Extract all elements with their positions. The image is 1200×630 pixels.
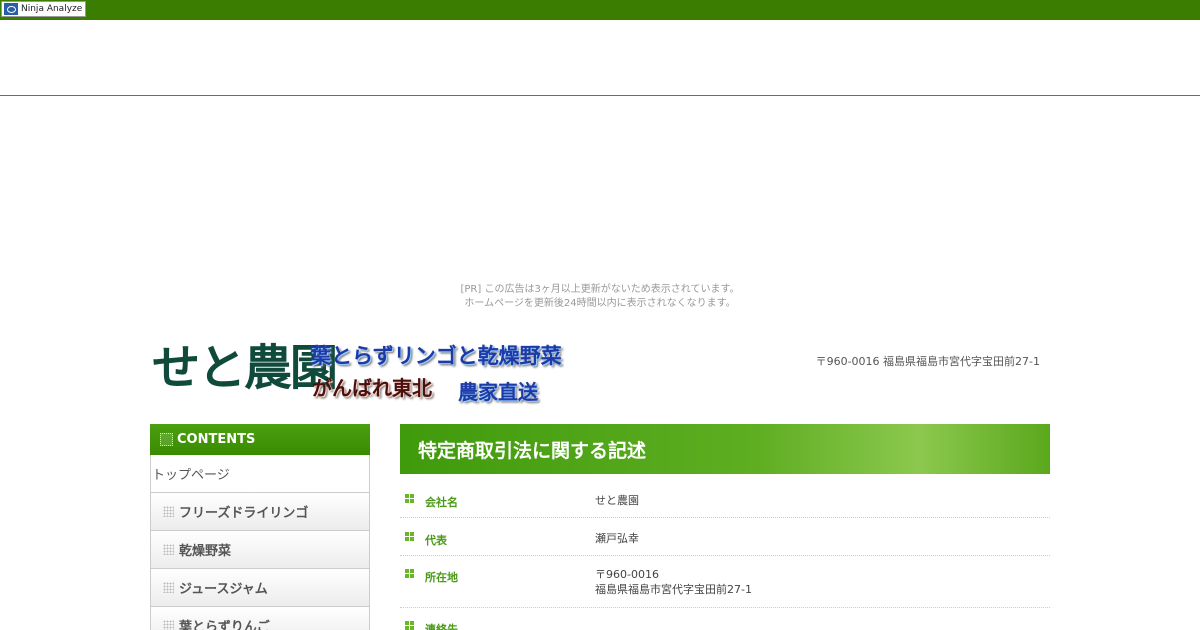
ad-notice[interactable]: [PR] この広告は3ヶ月以上更新がないため表示されています。 ホームページを更… [400, 283, 800, 311]
info-row-company: 会社名 せと農園 [400, 474, 1050, 518]
green-square-icon [405, 494, 414, 503]
ad-notice-line-2: ホームページを更新後24時間以内に表示されなくなります。 [464, 298, 736, 309]
info-row-representative: 代表 瀬戸弘幸 [400, 518, 1050, 556]
info-row-address: 所在地 〒960-0016 福島県福島市宮代字宝田前27-1 [400, 556, 1050, 608]
row-value: 瀬戸弘幸 [595, 532, 639, 545]
brand-tagline-1: 葉とらずリンゴと乾燥野菜 [310, 344, 562, 368]
top-bar: Ninja Analyze [0, 0, 1200, 20]
sidebar-title: CONTENTS [177, 432, 256, 447]
sidebar-item-juice-jam[interactable]: ジュースジャム [150, 569, 370, 607]
sidebar-item-freeze-dried-apple[interactable]: フリーズドライリンゴ [150, 493, 370, 531]
ninja-analyze-badge[interactable]: Ninja Analyze [1, 1, 86, 17]
dotted-square-icon [163, 582, 174, 593]
brand-tagline-2: がんばれ東北 [312, 376, 432, 400]
postal-code: 〒960-0016 [595, 568, 659, 581]
green-square-icon [405, 621, 414, 630]
sidebar-item-label: 乾燥野菜 [179, 544, 232, 559]
header-address: 〒960-0016 福島県福島市宮代字宝田前27-1 [815, 355, 1040, 368]
sidebar-item-label: 葉とらずりんご [179, 620, 270, 630]
sidebar: CONTENTS トップページ フリーズドライリンゴ 乾燥野菜 ジュースジャム … [150, 424, 370, 630]
site-logo[interactable]: せと農園 葉とらずリンゴと乾燥野菜 がんばれ東北 農家直送 [152, 336, 562, 406]
row-label: 所在地 [425, 571, 458, 584]
row-label: 会社名 [425, 496, 458, 509]
row-label: 連絡先 [425, 623, 458, 630]
brand-name: せと農園 [152, 340, 338, 396]
sidebar-header: CONTENTS [150, 424, 370, 455]
page-title: 特定商取引法に関する記述 [400, 424, 1050, 474]
sidebar-item-label: ジュースジャム [179, 582, 268, 597]
info-row-contact: 連絡先 [400, 608, 1050, 630]
ninja-logo-icon [4, 3, 18, 15]
row-value: せと農園 [595, 494, 639, 507]
brand-tagline-3: 農家直送 [458, 380, 538, 404]
ad-notice-line-1: [PR] この広告は3ヶ月以上更新がないため表示されています。 [460, 284, 740, 295]
main-content: 特定商取引法に関する記述 会社名 せと農園 代表 瀬戸弘幸 所在地 〒960-0… [400, 424, 1050, 630]
sidebar-item-label: トップページ [152, 468, 230, 483]
green-square-icon [405, 569, 414, 578]
row-label: 代表 [425, 534, 447, 547]
row-value: 〒960-0016 福島県福島市宮代字宝田前27-1 [595, 567, 752, 597]
header-divider [0, 95, 1200, 96]
sidebar-item-hatorazu-apple[interactable]: 葉とらずりんご [150, 607, 370, 630]
dotted-square-icon [163, 544, 174, 555]
contents-icon [160, 433, 173, 446]
sidebar-item-dried-vegetables[interactable]: 乾燥野菜 [150, 531, 370, 569]
street-address: 福島県福島市宮代字宝田前27-1 [595, 583, 752, 596]
ninja-analyze-label: Ninja Analyze [21, 4, 83, 14]
sidebar-item-top-page[interactable]: トップページ [150, 455, 370, 493]
dotted-square-icon [163, 506, 174, 517]
sidebar-item-label: フリーズドライリンゴ [179, 506, 309, 521]
green-square-icon [405, 532, 414, 541]
dotted-square-icon [163, 620, 174, 630]
